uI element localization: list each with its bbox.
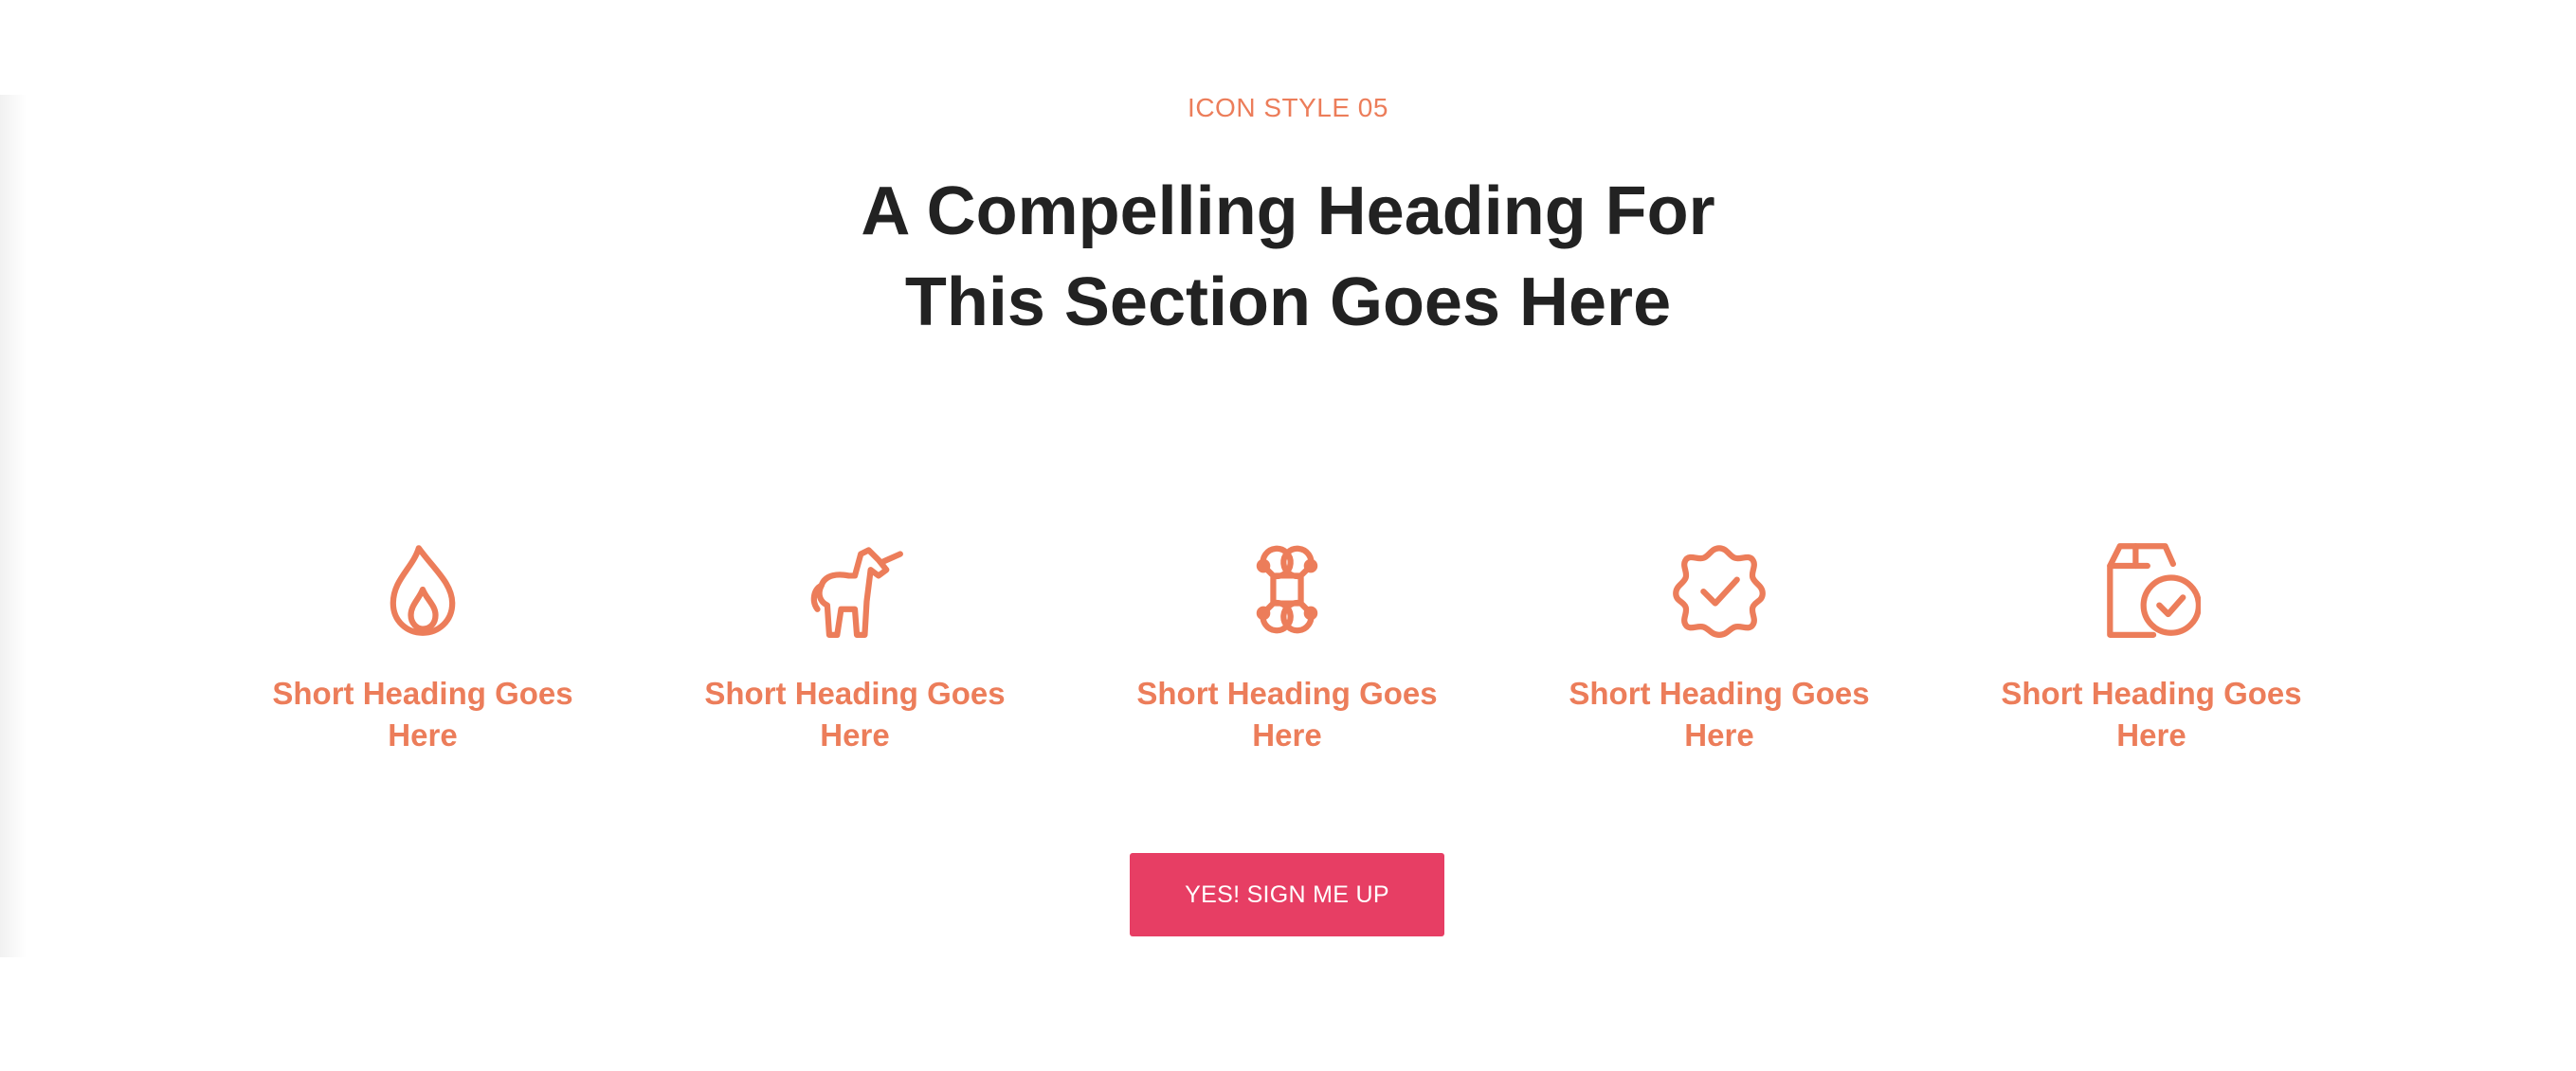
- icon-feature-section: ICON STYLE 05 A Compelling Heading For T…: [0, 0, 2576, 1071]
- section-eyebrow: ICON STYLE 05: [1188, 93, 1388, 122]
- unicorn-icon: [810, 547, 903, 638]
- drone-icon: [1256, 545, 1318, 634]
- feature-item-3: Short Heading Goes Here: [1107, 540, 1467, 756]
- feature-heading: Short Heading Goes Here: [704, 676, 1006, 753]
- section-heading-line-2: This Section Goes Here: [904, 264, 1672, 340]
- feature-heading: Short Heading Goes Here: [272, 676, 573, 753]
- feature-item-5: Short Heading Goes Here: [1971, 540, 2331, 756]
- package-check-icon: [2107, 543, 2201, 638]
- section-heading: A Compelling Heading For This Section Go…: [0, 166, 2576, 348]
- sign-up-button[interactable]: YES! SIGN ME UP: [1130, 853, 1444, 936]
- flame-icon: [390, 545, 456, 636]
- badge-check-icon: [1673, 545, 1766, 638]
- section-heading-line-1: A Compelling Heading For: [861, 173, 1715, 249]
- feature-item-1: Short Heading Goes Here: [243, 540, 603, 756]
- feature-heading: Short Heading Goes Here: [2001, 676, 2302, 753]
- feature-heading: Short Heading Goes Here: [1136, 676, 1438, 753]
- feature-item-4: Short Heading Goes Here: [1539, 540, 1899, 756]
- feature-heading: Short Heading Goes Here: [1569, 676, 1870, 753]
- feature-list: Short Heading Goes Here Short Heading Go…: [0, 540, 2576, 768]
- feature-item-2: Short Heading Goes Here: [675, 540, 1035, 756]
